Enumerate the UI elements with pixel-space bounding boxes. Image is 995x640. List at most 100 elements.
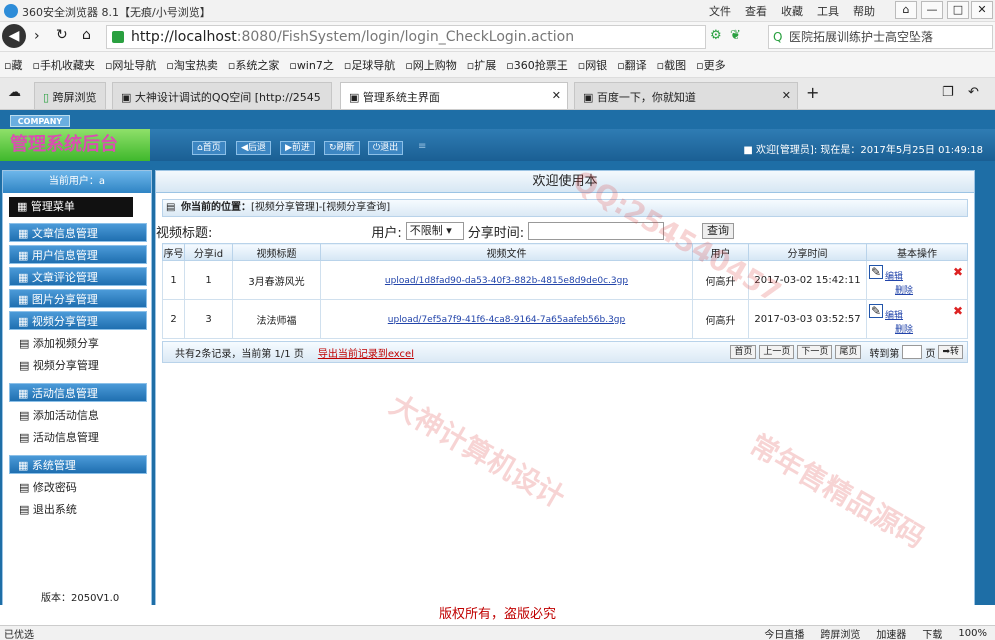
undo-close-icon[interactable]: ↶ <box>968 85 979 100</box>
column-header: 分享id <box>184 243 233 261</box>
status-item[interactable]: 100% <box>958 628 987 639</box>
edit-pencil-icon[interactable]: ✎ <box>869 304 883 318</box>
favorite-item[interactable]: ▫手机收藏夹 <box>32 57 94 73</box>
browser-menu-item[interactable]: 收藏 <box>781 3 803 19</box>
edit-link[interactable]: 编辑 <box>885 308 903 321</box>
user-label: 用户: <box>371 225 402 241</box>
menu-group-header[interactable]: ▦ 文章信息管理 <box>9 223 147 242</box>
video-file-link[interactable]: upload/7ef5a7f9-41f6-4ca8-9164-7a65aafeb… <box>388 315 625 325</box>
tab-qq-space[interactable]: ▣ 大神设计调试的QQ空间 [http://2545 <box>112 82 332 109</box>
status-item[interactable]: 下载 <box>922 626 942 640</box>
close-window-button[interactable]: ✕ <box>971 1 993 19</box>
export-excel-link[interactable]: 导出当前记录到excel <box>318 345 414 360</box>
delete-icon[interactable]: ✖ <box>953 304 963 318</box>
favorite-item[interactable]: ▫网银 <box>578 57 607 73</box>
favorite-item[interactable]: ▫win7之 <box>289 57 334 73</box>
address-bar: ◀ › ↻ ⌂ http://localhost:8080/FishSystem… <box>0 22 995 52</box>
menu-item[interactable]: ▤ 添加活动信息 <box>19 407 99 423</box>
nav-refresh-button[interactable]: ↻刷新 <box>324 141 360 155</box>
tab-cross-screen[interactable]: ▯ 跨屏浏览 <box>34 82 106 109</box>
grid-icon: ▦ <box>18 387 32 400</box>
menu-group-header[interactable]: ▦ 用户信息管理 <box>9 245 147 264</box>
status-item[interactable]: 今日直播 <box>764 626 804 640</box>
phone-icon: ▯ <box>43 91 50 104</box>
page-input[interactable] <box>902 345 923 359</box>
menu-group-header[interactable]: ▦ 活动信息管理 <box>9 383 147 402</box>
favorite-item[interactable]: ▫扩展 <box>467 57 496 73</box>
edit-pencil-icon[interactable]: ✎ <box>869 265 883 279</box>
delete-icon[interactable]: ✖ <box>953 265 963 279</box>
menu-group-header[interactable]: ▦ 视频分享管理 <box>9 311 147 330</box>
favorite-item[interactable]: ▫系统之家 <box>228 57 279 73</box>
next-page-button[interactable]: 下一页 <box>797 345 833 359</box>
query-button[interactable]: 查询 <box>702 223 734 239</box>
restore-tabs-icon[interactable]: ❐ <box>942 85 954 100</box>
page-label: 页 <box>925 348 936 360</box>
close-tab-icon[interactable]: ✕ <box>552 89 561 102</box>
status-item[interactable]: 加速器 <box>876 626 906 640</box>
time-input[interactable] <box>528 222 665 240</box>
title-input[interactable] <box>216 222 367 240</box>
refresh-icon[interactable]: ↻ <box>56 27 68 43</box>
favorite-item[interactable]: ▫网址导航 <box>105 57 156 73</box>
last-page-button[interactable]: 尾页 <box>835 345 862 359</box>
nav-back-button[interactable]: ◀后退 <box>236 141 271 155</box>
back-icon[interactable]: ◀ <box>2 24 26 48</box>
goto-label: 转到第 <box>869 348 900 360</box>
new-tab-icon[interactable]: + <box>806 83 819 102</box>
favorites-bar: ▫藏 ▫手机收藏夹 ▫网址导航 ▫淘宝热卖 ▫系统之家 ▫win7之 ▫足球导航 ▫网上购物 ▫… <box>0 52 995 78</box>
favorite-item[interactable]: ▫淘宝热卖 <box>166 57 217 73</box>
favorite-item[interactable]: ▫足球导航 <box>344 57 395 73</box>
skin-icon[interactable]: ⌂ <box>895 1 917 19</box>
favorite-item[interactable]: ▫网上购物 <box>405 57 456 73</box>
status-item[interactable]: 跨屏浏览 <box>820 626 860 640</box>
nav-forward-button[interactable]: ▶前进 <box>280 141 315 155</box>
page-icon: ▤ <box>19 337 33 350</box>
menu-group-header[interactable]: ▦ 系统管理 <box>9 455 147 474</box>
tab-bar: ☁ ▯ 跨屏浏览 ▣ 大神设计调试的QQ空间 [http://2545 ▣ 管理… <box>0 78 995 110</box>
menu-item[interactable]: ▤ 活动信息管理 <box>19 429 99 445</box>
nav-home-button[interactable]: ⌂首页 <box>192 141 226 155</box>
prev-page-button[interactable]: 上一页 <box>759 345 795 359</box>
url-input[interactable]: http://localhost:8080/FishSystem/login/l… <box>106 25 706 49</box>
menu-item[interactable]: ▤ 退出系统 <box>19 501 77 517</box>
video-file-link[interactable]: upload/1d8fad90-da53-40f3-882b-4815e8d9d… <box>385 276 628 286</box>
favorite-item[interactable]: ▫截图 <box>657 57 686 73</box>
edit-link[interactable]: 编辑 <box>885 269 903 282</box>
menu-item[interactable]: ▤ 修改密码 <box>19 479 77 495</box>
browser-menu-item[interactable]: 文件 <box>709 3 731 19</box>
cell-user: 何高升 <box>692 299 749 339</box>
go-button[interactable]: ➡转 <box>938 345 963 359</box>
menu-item[interactable]: ▤ 视频分享管理 <box>19 357 99 373</box>
speed-icon[interactable]: ⚙ <box>710 28 722 43</box>
user-select[interactable]: 不限制 ▾ <box>405 222 464 240</box>
favorite-item[interactable]: ▫翻译 <box>617 57 646 73</box>
browser-menu-item[interactable]: 查看 <box>745 3 767 19</box>
bookmark-icon: ▫ <box>656 58 665 72</box>
menu-group-header[interactable]: ▦ 图片分享管理 <box>9 289 147 308</box>
home-icon[interactable]: ⌂ <box>82 27 91 43</box>
favorite-item[interactable]: ▫360抢票王 <box>506 57 567 73</box>
tab-management[interactable]: ▣ 管理系统主界面 ✕ <box>340 82 568 109</box>
minimize-button[interactable]: — <box>921 1 943 19</box>
first-page-button[interactable]: 首页 <box>730 345 757 359</box>
delete-link[interactable]: 删除 <box>895 322 913 335</box>
search-input[interactable]: Q 医院拓展训练护士高空坠落 <box>768 25 993 49</box>
tab-baidu[interactable]: ▣ 百度一下，你就知道 ✕ <box>574 82 798 109</box>
cell-time: 2017-03-03 03:52:57 <box>748 299 867 339</box>
table-body: 1 1 3月春游风光 upload/1d8fad90-da53-40f3-882b-4… <box>162 260 968 339</box>
favorite-item[interactable]: ▫更多 <box>696 57 725 73</box>
forward-icon[interactable]: › <box>34 28 40 44</box>
nav-logout-button[interactable]: ⏻退出 <box>368 141 404 155</box>
leaf-icon[interactable]: ❦ <box>730 28 741 43</box>
menu-item[interactable]: ▤ 添加视频分享 <box>19 335 99 351</box>
menu-group-header[interactable]: ▦ 文章评论管理 <box>9 267 147 286</box>
time-label: 分享时间: <box>467 225 525 241</box>
cloud-icon[interactable]: ☁ <box>8 85 21 100</box>
browser-menu-item[interactable]: 工具 <box>817 3 839 19</box>
browser-menu-item[interactable]: 帮助 <box>853 3 875 19</box>
maximize-button[interactable]: □ <box>947 1 969 19</box>
delete-link[interactable]: 删除 <box>895 283 913 296</box>
favorite-item[interactable]: ▫藏 <box>4 57 22 73</box>
close-tab-icon[interactable]: ✕ <box>782 89 791 102</box>
